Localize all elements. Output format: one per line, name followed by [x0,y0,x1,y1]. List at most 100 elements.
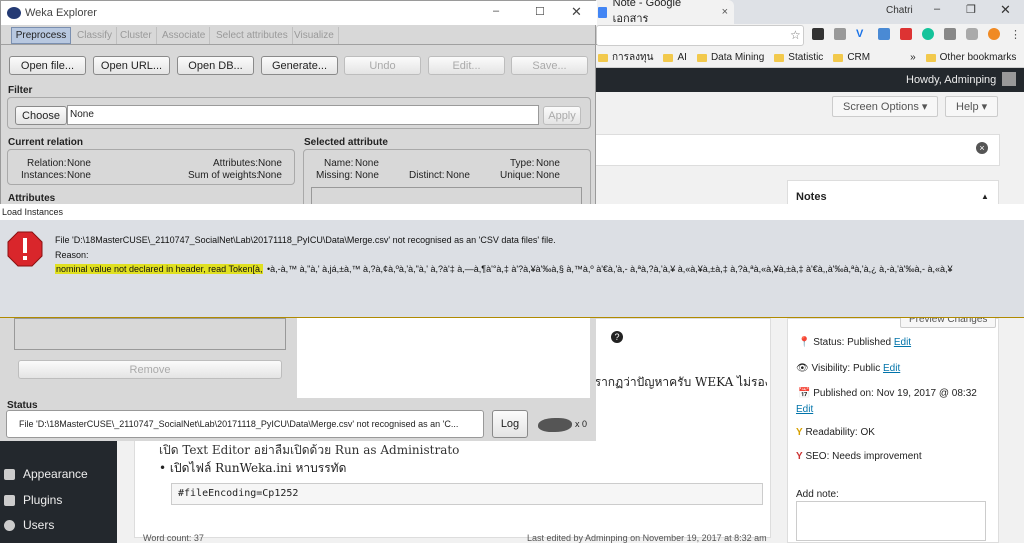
extension-icon[interactable] [834,28,846,40]
word-count: Word count: 37 [143,533,204,543]
menu-item-users[interactable]: Users [4,518,54,532]
histogram-panel [297,318,590,398]
save-button[interactable]: Save... [511,56,588,75]
bookmark-folder[interactable]: AI [663,52,687,63]
add-note-field[interactable] [796,501,986,541]
tab-associate[interactable]: Associate [158,27,211,44]
instances-label: Instances: [21,170,67,181]
bookmarks-bar: การลงทุน AI Data Mining Statistic CRM » … [590,48,1024,68]
chrome-tab[interactable]: Note - Google เอกสาร × [592,0,734,25]
folder-icon [925,53,936,62]
extension-icon[interactable] [878,28,890,40]
folder-icon [663,53,674,62]
folder-icon [774,53,785,62]
extension-icon[interactable] [944,28,956,40]
star-icon[interactable]: ☆ [790,28,801,42]
relation-label: Relation: [27,158,67,169]
task-count: x 0 [575,419,588,429]
menu-item-plugins[interactable]: Plugins [4,493,62,507]
wp-admin-bar: Howdy, Adminping [590,68,1024,92]
publish-box: Preview Changes 📍 Status: Published Edit… [787,311,999,543]
avatar [1002,72,1016,86]
apply-button[interactable]: Apply [543,106,581,125]
edit-button[interactable]: Edit... [428,56,505,75]
notes-heading: Notes [796,191,827,203]
bookmarks-overflow[interactable]: » [910,52,916,63]
howdy-user[interactable]: Howdy, Adminping [906,74,996,86]
undo-button[interactable]: Undo [344,56,421,75]
help-button[interactable]: Help ▾ [945,96,999,117]
tab-preprocess[interactable]: Preprocess [11,27,71,44]
screen-options-button[interactable]: Screen Options ▾ [832,96,939,117]
extension-icon[interactable] [988,28,1000,40]
camera-icon[interactable] [966,28,978,40]
yoast-icon: Y [796,427,803,438]
selected-attribute-heading: Selected attribute [304,137,388,148]
folder-icon [833,53,844,62]
bookmark-folder[interactable]: CRM [833,52,870,63]
generate-button[interactable]: Generate... [261,56,338,75]
extension-icon[interactable] [812,28,824,40]
open-db-button[interactable]: Open DB... [177,56,254,75]
restore-icon[interactable]: ❐ [966,3,976,16]
tab-visualize[interactable]: Visualize [290,27,339,44]
bullet-item: • เปิดไฟล์ RunWeka.ini หาบรรทัด [159,461,347,475]
code-block: #fileEncoding=Cp1252 [171,483,763,505]
edit-status-link[interactable]: Edit [894,337,911,348]
tab-cluster[interactable]: Cluster [116,27,157,44]
toolbar-help-icon[interactable]: ? [611,331,623,343]
minimize-icon[interactable]: – [493,5,499,17]
missing-value: None [355,170,379,181]
minimize-icon[interactable]: – [934,3,940,15]
add-note-label: Add note: [796,489,839,500]
wp-main-area: Screen Options ▾ Help ▾ × Notes ▲ [590,92,1024,212]
open-url-button[interactable]: Open URL... [93,56,170,75]
error-dialog [0,204,1024,318]
close-icon[interactable]: × [722,6,728,18]
bookmark-folder[interactable]: การลงทุน [598,50,653,65]
status-bar: File 'D:\18MasterCUSE\_2110747_SocialNet… [6,410,484,438]
collapse-arrow-icon[interactable]: ▲ [981,192,989,201]
bookmark-folder[interactable]: Statistic [774,52,823,63]
edit-visibility-link[interactable]: Edit [883,363,900,374]
user-icon [4,519,15,531]
relation-value: None [67,158,91,169]
weka-titlebar: Weka Explorer – ☐ ✕ [1,1,597,25]
tab-classify[interactable]: Classify [73,27,118,44]
dismiss-icon[interactable]: × [976,142,988,154]
close-icon[interactable]: ✕ [571,4,582,20]
maximize-icon[interactable]: ☐ [535,5,545,18]
garbled-token-text: •à,-à,™ à,"à,' à,já,±à,™ à,?à,¢à,ºà,'à,"… [267,264,953,274]
edit-date-link[interactable]: Edit [796,404,813,415]
log-button[interactable]: Log [492,410,528,438]
status-row: 📍 Status: Published Edit [798,337,912,348]
plug-icon [4,494,15,506]
weights-value: None [258,170,282,181]
menu-icon[interactable]: ⋮ [1010,28,1021,41]
remove-button[interactable]: Remove [18,360,282,379]
other-bookmarks[interactable]: Other bookmarks [925,52,1016,63]
extension-icon[interactable] [900,28,912,40]
close-window-icon[interactable]: ✕ [1000,2,1011,18]
open-file-button[interactable]: Open file... [9,56,86,75]
filter-field[interactable]: None [67,105,539,125]
address-bar[interactable] [596,25,804,46]
grammarly-icon[interactable] [922,28,934,40]
menu-item-appearance[interactable]: Appearance [4,467,88,481]
name-value: None [355,158,379,169]
chrome-user[interactable]: Chatri [886,5,913,16]
extension-icons[interactable]: V ⋮ [812,28,1021,41]
choose-button[interactable]: Choose [15,106,67,125]
tab-select-attributes[interactable]: Select attributes [212,27,293,44]
yoast-icon: Y [796,451,803,462]
error-reason-label: Reason: [55,250,89,260]
docs-icon [598,6,607,18]
bullet-item: เปิด Text Editor อย่าลืมเปิดด้วย Run as … [159,443,459,455]
attribute-list[interactable] [14,318,286,350]
missing-label: Missing: [316,170,353,181]
dialog-title: Load Instances [0,204,1024,220]
weka-bird-icon [538,418,572,432]
v-icon[interactable]: V [856,28,868,40]
bookmark-folder[interactable]: Data Mining [696,52,764,63]
error-icon [7,231,43,267]
